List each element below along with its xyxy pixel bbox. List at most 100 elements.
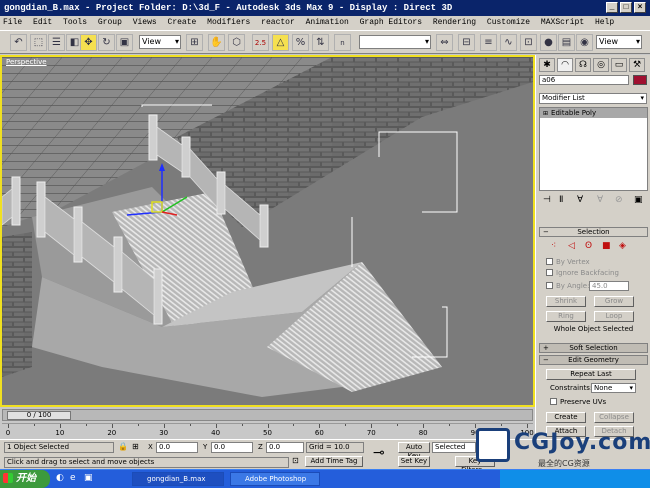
menu-modifiers[interactable]: Modifiers xyxy=(207,18,250,27)
element-icon[interactable]: ◈ xyxy=(619,241,626,251)
select-region-icon[interactable]: ⬚ xyxy=(30,34,47,51)
start-button[interactable]: 开始 xyxy=(0,470,50,488)
timeline-ruler[interactable]: 0102030405060708090100 xyxy=(2,423,534,437)
select-and-rotate-icon[interactable]: ↻ xyxy=(98,34,115,51)
quick-launch-desktop-icon[interactable]: ▣ xyxy=(84,473,93,483)
configure-modifier-icon[interactable]: ▣ xyxy=(634,195,643,205)
menu-file[interactable]: File xyxy=(3,18,22,27)
align-icon[interactable]: ⊟ xyxy=(458,34,475,51)
menu-reactor[interactable]: reactor xyxy=(261,18,295,27)
menu-create[interactable]: Create xyxy=(168,18,197,27)
snap-25-icon[interactable]: 2.5 xyxy=(252,34,269,51)
undo-icon[interactable]: ↶ xyxy=(10,34,27,51)
modifier-list-dropdown[interactable]: Modifier List ▾ xyxy=(539,93,647,104)
time-tag-icon[interactable]: ⊡ xyxy=(292,456,299,465)
menu-group[interactable]: Group xyxy=(98,18,122,27)
menu-customize[interactable]: Customize xyxy=(487,18,530,27)
ignore-backfacing-checkbox[interactable]: Ignore Backfacing xyxy=(546,269,619,278)
lock-selection-icon[interactable]: 🔒 xyxy=(118,442,128,451)
vertex-icon[interactable]: ⁖ xyxy=(551,241,556,251)
modify-tab-icon[interactable]: ◠ xyxy=(557,58,573,72)
menu-help[interactable]: Help xyxy=(595,18,614,27)
ring-button[interactable]: Ring xyxy=(546,311,586,322)
menu-tools[interactable]: Tools xyxy=(63,18,87,27)
angle-snap-icon[interactable]: △ xyxy=(272,34,289,51)
make-unique-icon[interactable]: ∀ xyxy=(577,195,583,205)
angle-value-field[interactable]: 45.0 xyxy=(589,281,629,291)
quick-launch-ie-icon[interactable]: e xyxy=(70,473,76,483)
collapse-button[interactable]: Collapse xyxy=(594,412,634,423)
viewport-label[interactable]: Perspective xyxy=(6,58,47,66)
time-slider[interactable]: 0 / 100 xyxy=(2,409,533,421)
layer-manager-icon[interactable]: ≡ xyxy=(480,34,497,51)
menu-rendering[interactable]: Rendering xyxy=(433,18,476,27)
display-tab-icon[interactable]: ▭ xyxy=(611,58,627,72)
object-color-swatch[interactable] xyxy=(633,75,647,85)
motion-tab-icon[interactable]: ◎ xyxy=(593,58,609,72)
edge-icon[interactable]: ◁ xyxy=(568,241,575,251)
select-and-move-icon[interactable]: ✥ xyxy=(80,34,97,51)
maximize-button[interactable]: □ xyxy=(620,2,632,13)
key-mode-icon[interactable]: ⊸ xyxy=(373,445,385,461)
perspective-viewport[interactable]: Perspective xyxy=(0,55,535,407)
y-coordinate-field[interactable]: 0.0 xyxy=(211,442,253,453)
repeat-last-button[interactable]: Repeat Last xyxy=(546,369,636,380)
pin-stack-icon[interactable]: ⊣ xyxy=(543,195,551,205)
menu-views[interactable]: Views xyxy=(133,18,157,27)
preserve-uvs-checkbox[interactable]: Preserve UVs xyxy=(550,398,606,407)
named-selection-dropdown[interactable] xyxy=(359,35,431,49)
x-coordinate-field[interactable]: 0.0 xyxy=(156,442,198,453)
percent-snap-icon[interactable]: % xyxy=(292,34,309,51)
by-angle-checkbox[interactable]: By Angle: xyxy=(546,282,589,291)
soft-selection-rollout-header[interactable]: + Soft Selection xyxy=(539,343,648,353)
border-icon[interactable]: ʘ xyxy=(585,241,592,251)
create-tab-icon[interactable]: ✱ xyxy=(539,58,555,72)
close-button[interactable]: × xyxy=(634,2,646,13)
snap-toggle-icon[interactable]: ⬡ xyxy=(228,34,245,51)
object-name-field[interactable]: a06 xyxy=(539,75,629,85)
utilities-tab-icon[interactable]: ⚒ xyxy=(629,58,645,72)
quick-launch-icon[interactable]: ◐ xyxy=(56,473,64,483)
menu-edit[interactable]: Edit xyxy=(33,18,52,27)
absolute-mode-icon[interactable]: ⊞ xyxy=(132,442,139,451)
render-scene-icon[interactable]: ▤ xyxy=(558,34,575,51)
add-time-tag-button[interactable]: Add Time Tag xyxy=(305,456,363,467)
auto-key-button[interactable]: Auto Key xyxy=(398,442,430,460)
constraints-dropdown[interactable]: None ▾ xyxy=(591,383,636,393)
reference-coordinate-dropdown[interactable]: View xyxy=(139,35,181,49)
create-button[interactable]: Create xyxy=(546,412,586,423)
curve-editor-icon[interactable]: ∿ xyxy=(500,34,517,51)
spinner-snap-icon[interactable]: ⇅ xyxy=(312,34,329,51)
schematic-view-icon[interactable]: ⊡ xyxy=(520,34,537,51)
render-type-dropdown[interactable]: View xyxy=(596,35,642,49)
menu-maxscript[interactable]: MAXScript xyxy=(541,18,584,27)
pivot-center-icon[interactable]: ⊞ xyxy=(186,34,203,51)
grow-button[interactable]: Grow xyxy=(594,296,634,307)
shrink-button[interactable]: Shrink xyxy=(546,296,586,307)
select-manipulate-icon[interactable]: ✋ xyxy=(208,34,225,51)
loop-button[interactable]: Loop xyxy=(594,311,634,322)
edit-named-selection-icon[interactable]: n xyxy=(334,34,351,51)
configure-sets-icon[interactable]: ⊘ xyxy=(615,195,623,205)
minimize-button[interactable]: _ xyxy=(606,2,618,13)
polygon-icon[interactable]: ■ xyxy=(602,241,611,251)
menu-animation[interactable]: Animation xyxy=(306,18,349,27)
edit-geometry-rollout-header[interactable]: − Edit Geometry xyxy=(539,355,648,365)
show-end-result-icon[interactable]: Ⅱ xyxy=(559,195,563,205)
select-by-name-icon[interactable]: ☰ xyxy=(48,34,65,51)
z-coordinate-field[interactable]: 0.0 xyxy=(266,442,304,453)
time-slider-thumb[interactable]: 0 / 100 xyxy=(7,411,71,420)
remove-modifier-icon[interactable]: ∀ xyxy=(597,195,603,205)
set-key-button[interactable]: Set Key xyxy=(398,456,430,467)
stack-item-editable-poly[interactable]: ⊞ Editable Poly xyxy=(540,108,647,118)
select-and-scale-icon[interactable]: ▣ xyxy=(116,34,133,51)
mirror-icon[interactable]: ⇔ xyxy=(436,34,453,51)
task-photoshop[interactable]: Adobe Photoshop xyxy=(230,472,320,486)
quick-render-icon[interactable]: ◉ xyxy=(576,34,593,51)
menu-graph-editors[interactable]: Graph Editors xyxy=(360,18,422,27)
hierarchy-tab-icon[interactable]: ☊ xyxy=(575,58,591,72)
task-3dsmax[interactable]: gongdian_B.max xyxy=(132,472,224,486)
key-selection-dropdown[interactable]: Selected xyxy=(432,442,476,453)
by-vertex-checkbox[interactable]: By Vertex xyxy=(546,258,590,267)
selection-rollout-header[interactable]: − Selection xyxy=(539,227,648,237)
